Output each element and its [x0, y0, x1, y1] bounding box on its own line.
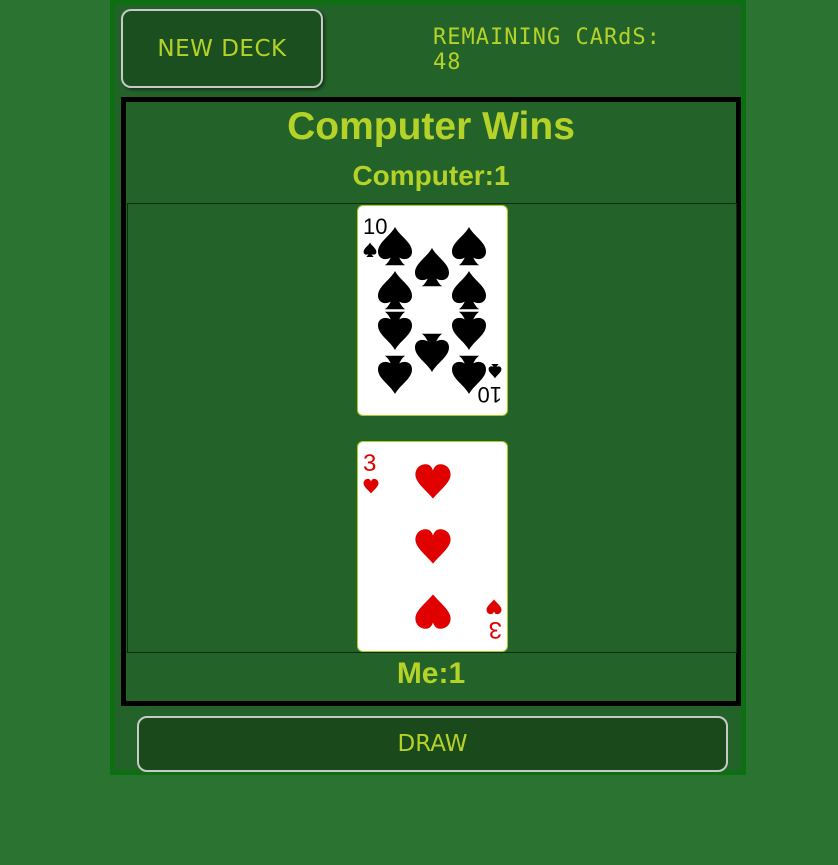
spade-icon [488, 364, 502, 379]
computer-card: 10 10 [357, 205, 508, 416]
spade-icon [378, 355, 412, 394]
new-deck-button[interactable]: NEW DECK [121, 9, 323, 88]
player-score: Me:1 [396, 657, 466, 690]
game-frame: NEW DECK REMAINING CARdS: 48 Computer Wi… [110, 0, 746, 775]
heart-icon [363, 478, 379, 494]
heart-icon [415, 594, 451, 629]
player-card: 3 3 [357, 441, 508, 652]
heart-icon [415, 464, 451, 499]
three-of-hearts-card-face: 3 3 [363, 450, 502, 643]
spade-icon [452, 271, 486, 310]
spade-icon [363, 242, 377, 257]
bottom-rank-label: 3 [489, 616, 502, 643]
round-result: Computer Wins [287, 105, 575, 148]
draw-button[interactable]: DRAW [137, 716, 728, 772]
remaining-cards-counter: REMAINING CARdS: 48 [433, 25, 661, 75]
spade-icon [415, 248, 449, 287]
top-rank-label: 10 [363, 214, 387, 239]
game-board: Computer Wins Computer:1 10 10 3 3 Me:1 [121, 97, 741, 706]
spade-icon [452, 227, 486, 266]
spade-icon [378, 271, 412, 310]
spade-icon [415, 333, 449, 372]
heart-icon [486, 599, 502, 615]
bottom-rank-label: 10 [478, 382, 502, 407]
ten-of-spades-card-face: 10 10 [363, 214, 502, 407]
heart-icon [415, 529, 451, 564]
spade-icon [378, 311, 412, 350]
top-rank-label: 3 [363, 450, 376, 477]
spade-icon [452, 311, 486, 350]
computer-score: Computer:1 [352, 160, 510, 191]
